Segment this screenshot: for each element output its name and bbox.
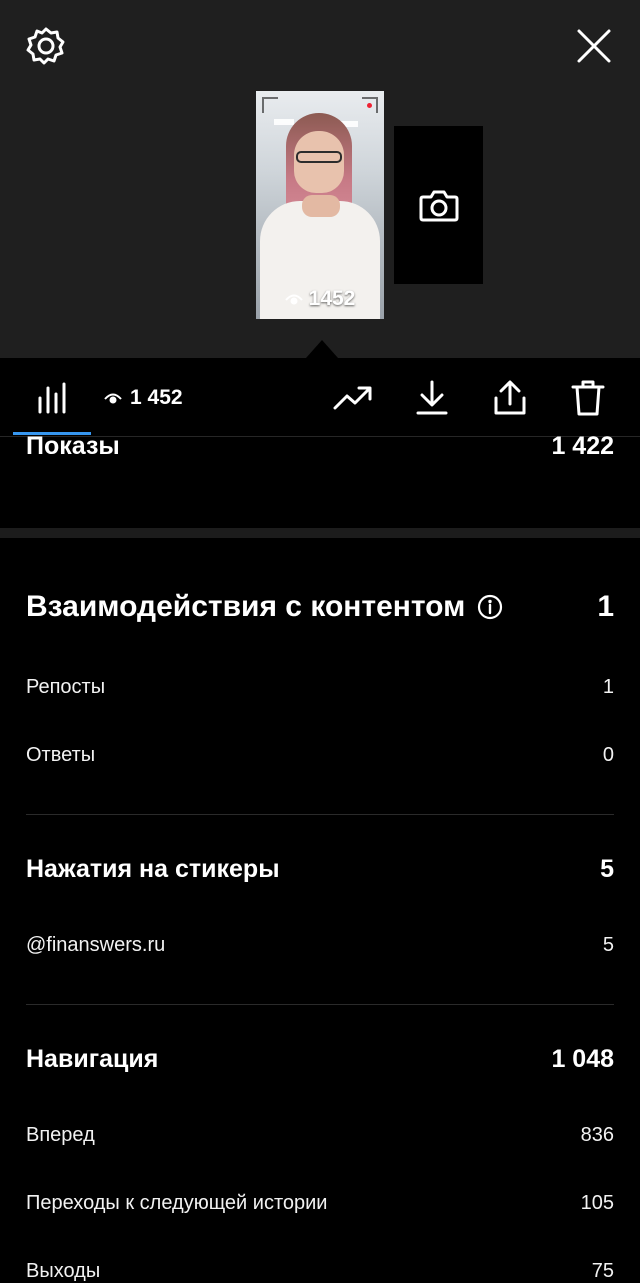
rec-indicator (367, 103, 372, 108)
next-story-label: Переходы к следующей истории (26, 1192, 328, 1214)
divider (26, 814, 614, 815)
bar-chart-icon (38, 382, 66, 414)
viewers-tab[interactable]: 1 452 (104, 378, 183, 418)
person-glasses (296, 151, 342, 163)
navigation-row: Навигация 1 048 (26, 1045, 614, 1074)
selection-pointer (306, 340, 338, 358)
insights-tab[interactable] (30, 378, 74, 418)
sticker-taps-label: Нажатия на стикеры (26, 855, 280, 883)
next-story-row: Переходы к следующей истории 105 (26, 1192, 614, 1215)
delete-button[interactable] (566, 378, 610, 418)
interactions-value: 1 (597, 590, 614, 623)
eye-icon (104, 393, 122, 404)
replies-value: 0 (602, 744, 614, 766)
forward-label: Вперед (26, 1124, 95, 1146)
settings-icon (26, 27, 65, 65)
trending-up-icon (333, 386, 372, 410)
sticker-taps-value: 5 (600, 855, 614, 883)
forward-row: Вперед 836 (26, 1124, 614, 1147)
reposts-row: Репосты 1 (26, 676, 614, 699)
viewers-count: 1 452 (130, 386, 183, 409)
story-thumbnail[interactable]: 1452 (256, 91, 384, 319)
navigation-label: Навигация (26, 1045, 159, 1073)
reposts-label: Репосты (26, 676, 106, 698)
interactions-row: Взаимодействия с контентом 1 (26, 590, 614, 624)
settings-button[interactable] (22, 22, 70, 70)
info-icon[interactable] (477, 594, 503, 620)
share-icon (494, 380, 526, 415)
sticker-mention-row[interactable]: @finanswers.ru 5 (26, 934, 614, 957)
impressions-row: Показы 1 422 (26, 432, 614, 461)
interactions-label: Взаимодействия с контентом (26, 590, 466, 623)
close-button[interactable] (570, 22, 618, 70)
ceiling-light (274, 119, 294, 125)
add-story-camera-button[interactable] (394, 126, 483, 284)
thumbnail-views: 1452 (256, 287, 384, 311)
impressions-value: 1 422 (551, 432, 614, 460)
navigation-value: 1 048 (551, 1045, 614, 1073)
trash-icon (571, 380, 605, 416)
replies-row: Ответы 0 (26, 744, 614, 767)
section-divider (0, 528, 640, 538)
download-button[interactable] (410, 378, 454, 418)
close-icon (577, 29, 611, 63)
replies-label: Ответы (26, 744, 96, 766)
thumbnail-views-count: 1452 (308, 287, 356, 310)
download-icon (416, 380, 448, 415)
promote-button[interactable] (331, 378, 375, 418)
divider (26, 1004, 614, 1005)
camera-icon (419, 190, 458, 222)
sticker-mention-value: 5 (602, 934, 614, 956)
share-button[interactable] (488, 378, 532, 418)
story-toolbar: 1 452 (0, 358, 640, 437)
sticker-mention-label: @finanswers.ru (26, 934, 166, 956)
person-hands (302, 195, 340, 217)
forward-value: 836 (580, 1124, 614, 1146)
eye-icon (284, 294, 303, 305)
reposts-value: 1 (602, 676, 614, 698)
impressions-label: Показы (26, 432, 120, 460)
next-story-value: 105 (580, 1192, 614, 1214)
sticker-taps-row: Нажатия на стикеры 5 (26, 855, 614, 884)
frame-corner (262, 97, 278, 113)
